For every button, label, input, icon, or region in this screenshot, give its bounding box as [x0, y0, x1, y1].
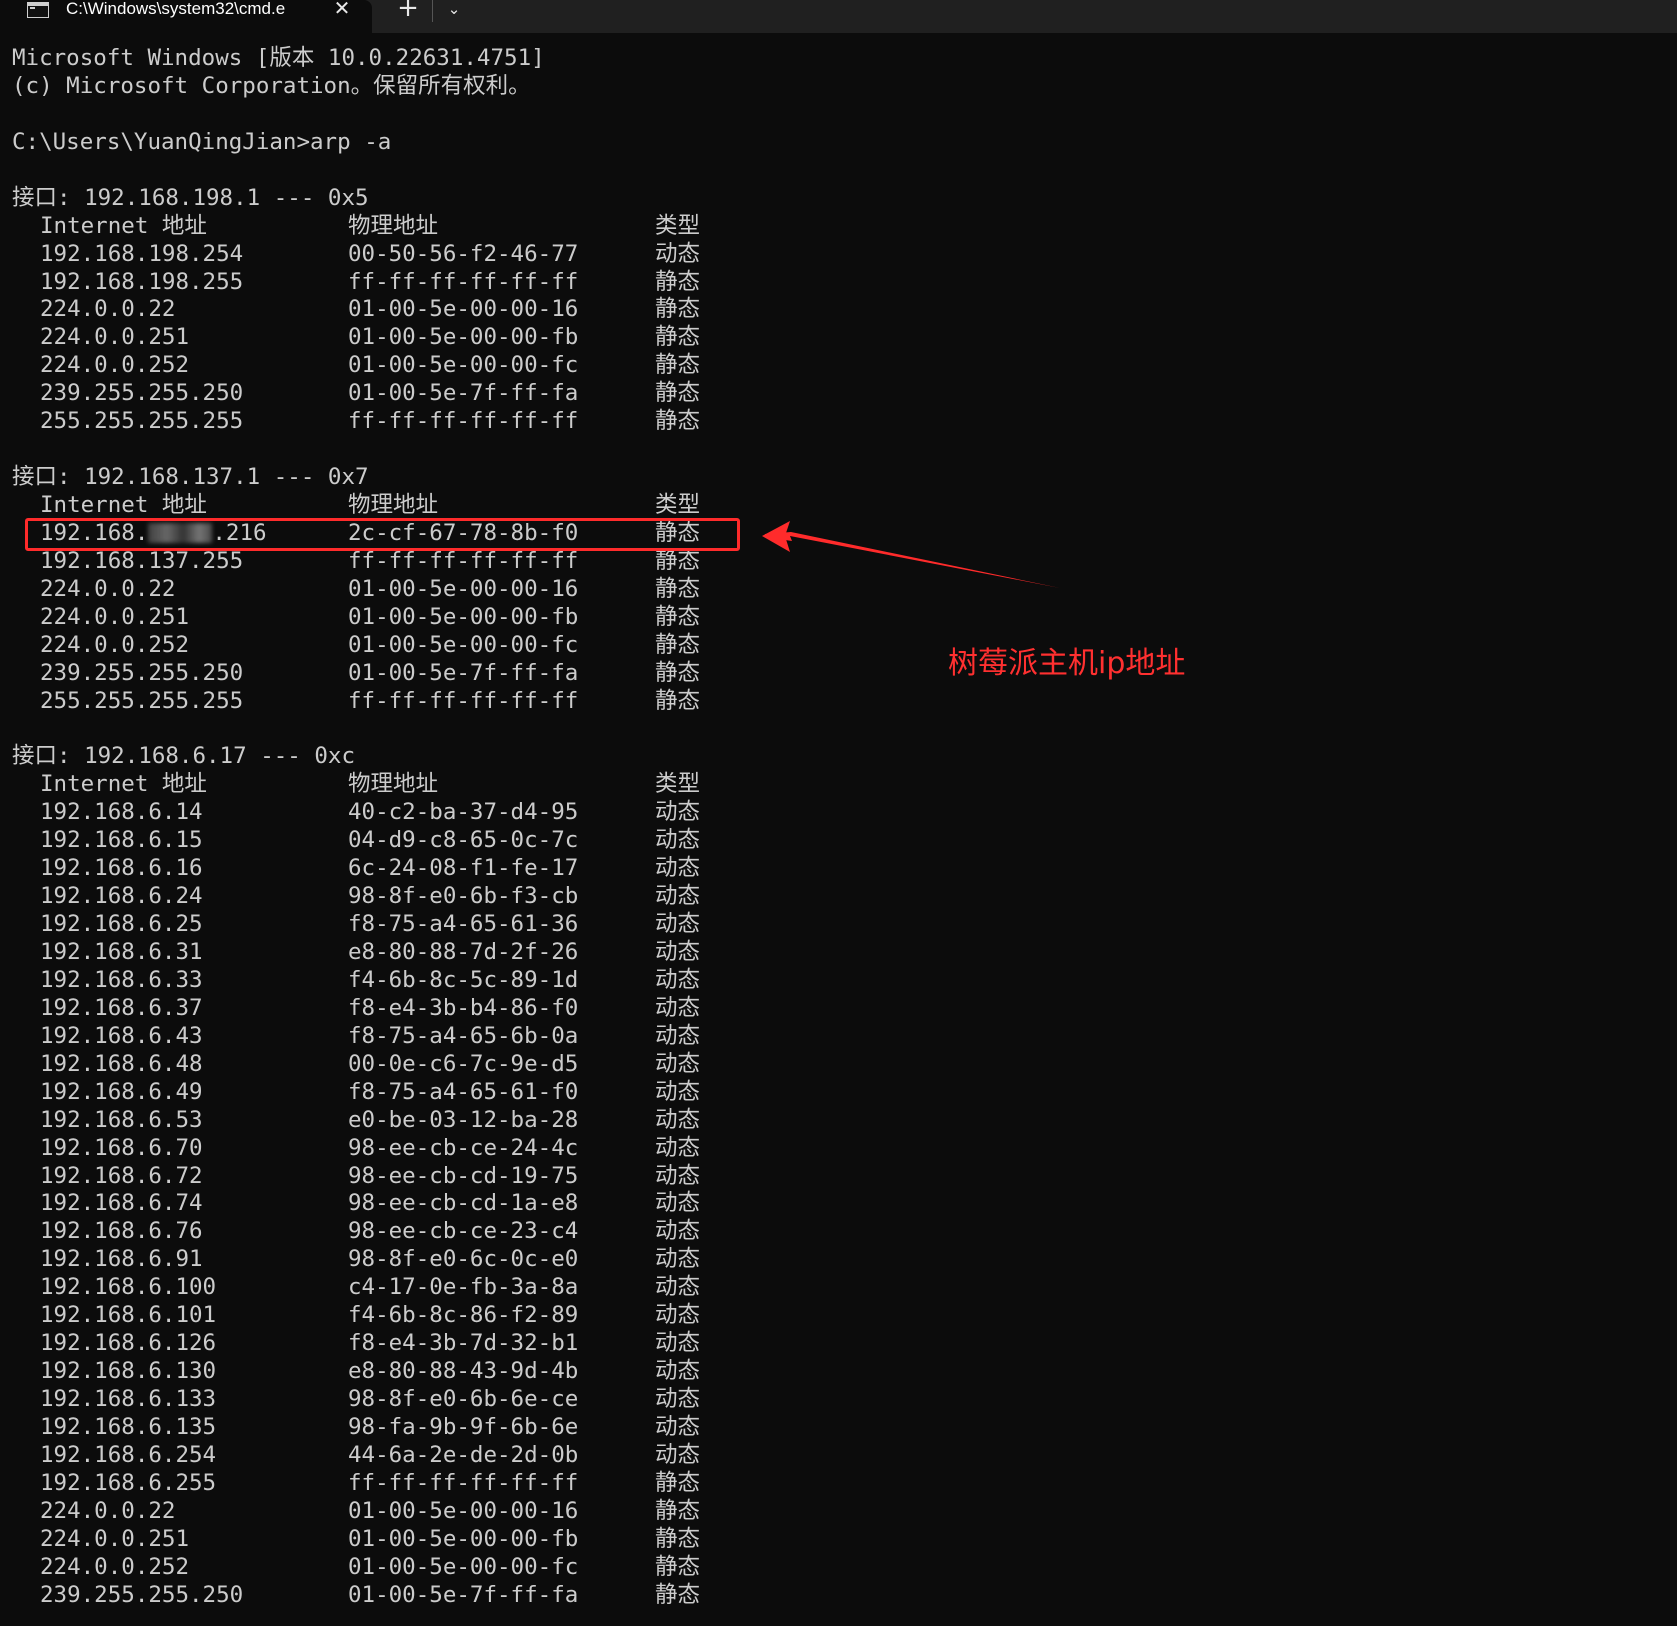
- arrow-shaft: [764, 532, 1060, 588]
- annotation-arrow: [762, 521, 1060, 588]
- annotation-label: 树莓派主机ip地址: [948, 646, 1186, 681]
